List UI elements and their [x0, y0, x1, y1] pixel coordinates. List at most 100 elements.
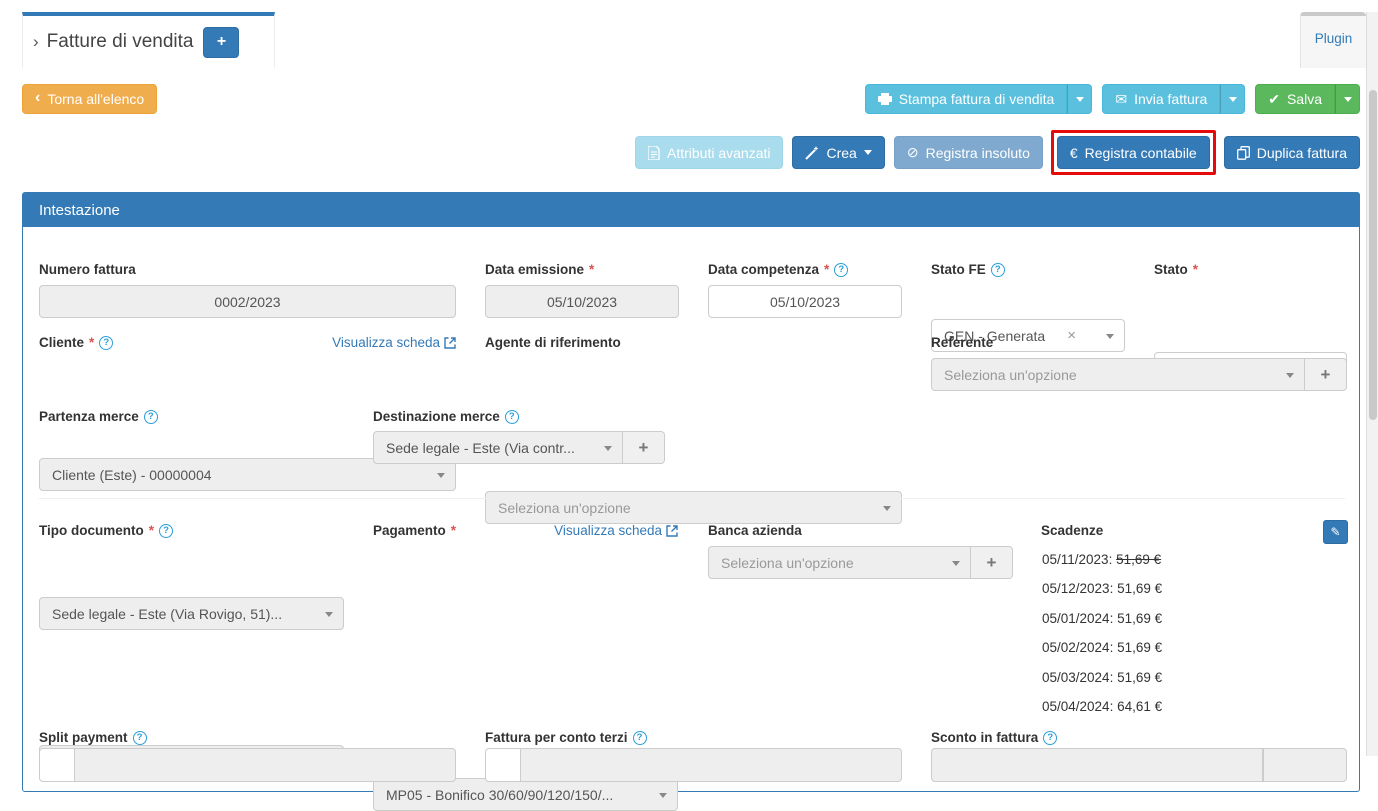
pagamento-select[interactable]: MP05 - Bonifico 30/60/90/120/150/... [373, 778, 678, 811]
sconto-tipo-select[interactable] [1263, 748, 1347, 782]
scrollbar-thumb[interactable] [1369, 90, 1377, 420]
caret-down-icon [325, 612, 333, 617]
add-invoice-button[interactable]: + [203, 27, 239, 58]
create-dropdown-button[interactable]: Crea [792, 136, 884, 169]
chevron-left-icon: ‹ [35, 89, 40, 107]
plus-icon: + [639, 438, 649, 458]
caret-down-icon [952, 561, 960, 566]
partenza-merce-label: Partenza merce? [39, 409, 158, 424]
scadenza-amount: 51,69 € [1117, 670, 1162, 685]
required-asterisk: * [89, 335, 94, 350]
send-invoice-button[interactable]: ✉ Invia fattura [1102, 84, 1220, 114]
pagamento-label-row: Pagamento* Visualizza scheda [373, 523, 678, 538]
panel-header: Intestazione [23, 193, 1359, 227]
referente-group: Seleziona un'opzione + [931, 358, 1347, 391]
view-customer-link[interactable]: Visualizza scheda [332, 335, 456, 350]
banca-azienda-group: Seleziona un'opzione + [708, 546, 1013, 579]
save-button-group: ✔ Salva [1255, 84, 1360, 114]
help-icon[interactable]: ? [144, 410, 158, 424]
scadenza-item: 05/01/2024: 51,69 € [1042, 611, 1162, 626]
banca-azienda-select[interactable]: Seleziona un'opzione [708, 546, 971, 579]
caret-down-icon [864, 150, 872, 155]
split-payment-input[interactable] [75, 748, 456, 782]
toolbar: Stampa fattura di vendita ✉ Invia fattur… [865, 84, 1360, 114]
copy-icon [1237, 146, 1250, 160]
required-asterisk: * [589, 262, 594, 277]
advanced-attributes-button[interactable]: Attributi avanzati [635, 136, 784, 169]
help-icon[interactable]: ? [834, 263, 848, 277]
referente-select[interactable]: Seleziona un'opzione [931, 358, 1305, 391]
sconto-fattura-group [931, 748, 1347, 782]
view-payment-link[interactable]: Visualizza scheda [554, 523, 678, 538]
help-icon[interactable]: ? [99, 336, 113, 350]
edit-scadenze-button[interactable]: ✎ [1323, 520, 1348, 544]
save-dropdown-toggle[interactable] [1335, 84, 1360, 114]
duplicate-invoice-button[interactable]: Duplica fattura [1224, 136, 1360, 169]
scadenza-amount: 64,61 € [1117, 699, 1162, 714]
plus-icon: + [1321, 365, 1331, 385]
send-dropdown-toggle[interactable] [1220, 84, 1245, 114]
tab-fatture-di-vendita[interactable]: › Fatture di vendita + [22, 12, 275, 68]
print-invoice-button[interactable]: Stampa fattura di vendita [865, 84, 1068, 114]
add-referente-button[interactable]: + [1305, 358, 1347, 391]
scrollbar[interactable] [1366, 12, 1378, 756]
save-button[interactable]: ✔ Salva [1255, 84, 1335, 114]
annotation-highlight-box: € Registra contabile [1051, 130, 1216, 175]
envelope-icon: ✉ [1115, 91, 1127, 108]
help-icon[interactable]: ? [133, 731, 147, 745]
scadenza-amount: 51,69 € [1117, 611, 1162, 626]
caret-down-icon [883, 506, 891, 511]
add-banca-button[interactable]: + [971, 546, 1013, 579]
actions-bar: Attributi avanzati Crea ⊘ Registra insol… [635, 136, 1360, 169]
destinazione-merce-group: Sede legale - Este (Via contr... + [373, 431, 665, 464]
magic-wand-icon [805, 146, 819, 160]
data-emissione-input: 05/10/2023 [485, 285, 679, 318]
pagamento-label: Pagamento* [373, 523, 456, 538]
help-icon[interactable]: ? [159, 524, 173, 538]
banca-azienda-label: Banca azienda [708, 523, 802, 538]
required-asterisk: * [824, 262, 829, 277]
scadenza-item: 05/12/2023: 51,69 € [1042, 581, 1162, 596]
add-destinazione-button[interactable]: + [623, 431, 665, 464]
register-accounting-button[interactable]: € Registra contabile [1057, 136, 1210, 169]
agente-label: Agente di riferimento [485, 335, 621, 350]
print-dropdown-toggle[interactable] [1067, 84, 1092, 114]
conto-terzi-input[interactable] [521, 748, 902, 782]
page-title: › Fatture di vendita [33, 31, 193, 53]
required-asterisk: * [149, 523, 154, 538]
destinazione-merce-select[interactable]: Sede legale - Este (Via contr... [373, 431, 623, 464]
required-asterisk: * [451, 523, 456, 538]
caret-down-icon [659, 793, 667, 798]
check-icon: ✔ [1268, 91, 1280, 108]
help-icon[interactable]: ? [633, 731, 647, 745]
print-button-group: Stampa fattura di vendita [865, 84, 1093, 114]
ban-icon: ⊘ [907, 144, 919, 161]
sconto-fattura-input[interactable] [931, 748, 1263, 782]
agente-select[interactable]: Seleziona un'opzione [485, 491, 902, 524]
stato-label: Stato* [1154, 262, 1198, 277]
caret-down-icon [1106, 334, 1114, 339]
help-icon[interactable]: ? [991, 263, 1005, 277]
partenza-merce-select[interactable]: Sede legale - Este (Via Rovigo, 51)... [39, 597, 344, 630]
page-title-text: Fatture di vendita [47, 31, 194, 53]
tab-plugin[interactable]: Plugin [1300, 12, 1366, 68]
cliente-label: Cliente*? [39, 335, 113, 350]
data-competenza-input[interactable]: 05/10/2023 [708, 285, 902, 318]
help-icon[interactable]: ? [1043, 731, 1057, 745]
numero-fattura-input: 0002/2023 [39, 285, 456, 318]
split-payment-group [39, 748, 456, 782]
stato-fe-label: Stato FE? [931, 262, 1005, 277]
help-icon[interactable]: ? [505, 410, 519, 424]
scadenza-item: 05/11/2023: 51,69 € [1042, 552, 1161, 567]
register-unpaid-button[interactable]: ⊘ Registra insoluto [894, 136, 1043, 169]
destinazione-merce-label: Destinazione merce? [373, 409, 519, 424]
split-payment-checkbox[interactable] [39, 748, 75, 782]
plugin-link[interactable]: Plugin [1315, 31, 1353, 68]
back-to-list-button[interactable]: ‹ Torna all'elenco [22, 84, 157, 114]
scadenza-item: 05/02/2024: 51,69 € [1042, 640, 1162, 655]
referente-label: Referente [931, 335, 993, 350]
conto-terzi-checkbox[interactable] [485, 748, 521, 782]
required-asterisk: * [1193, 262, 1198, 277]
clear-icon[interactable]: × [1067, 327, 1096, 344]
scadenza-item: 05/03/2024: 51,69 € [1042, 670, 1162, 685]
